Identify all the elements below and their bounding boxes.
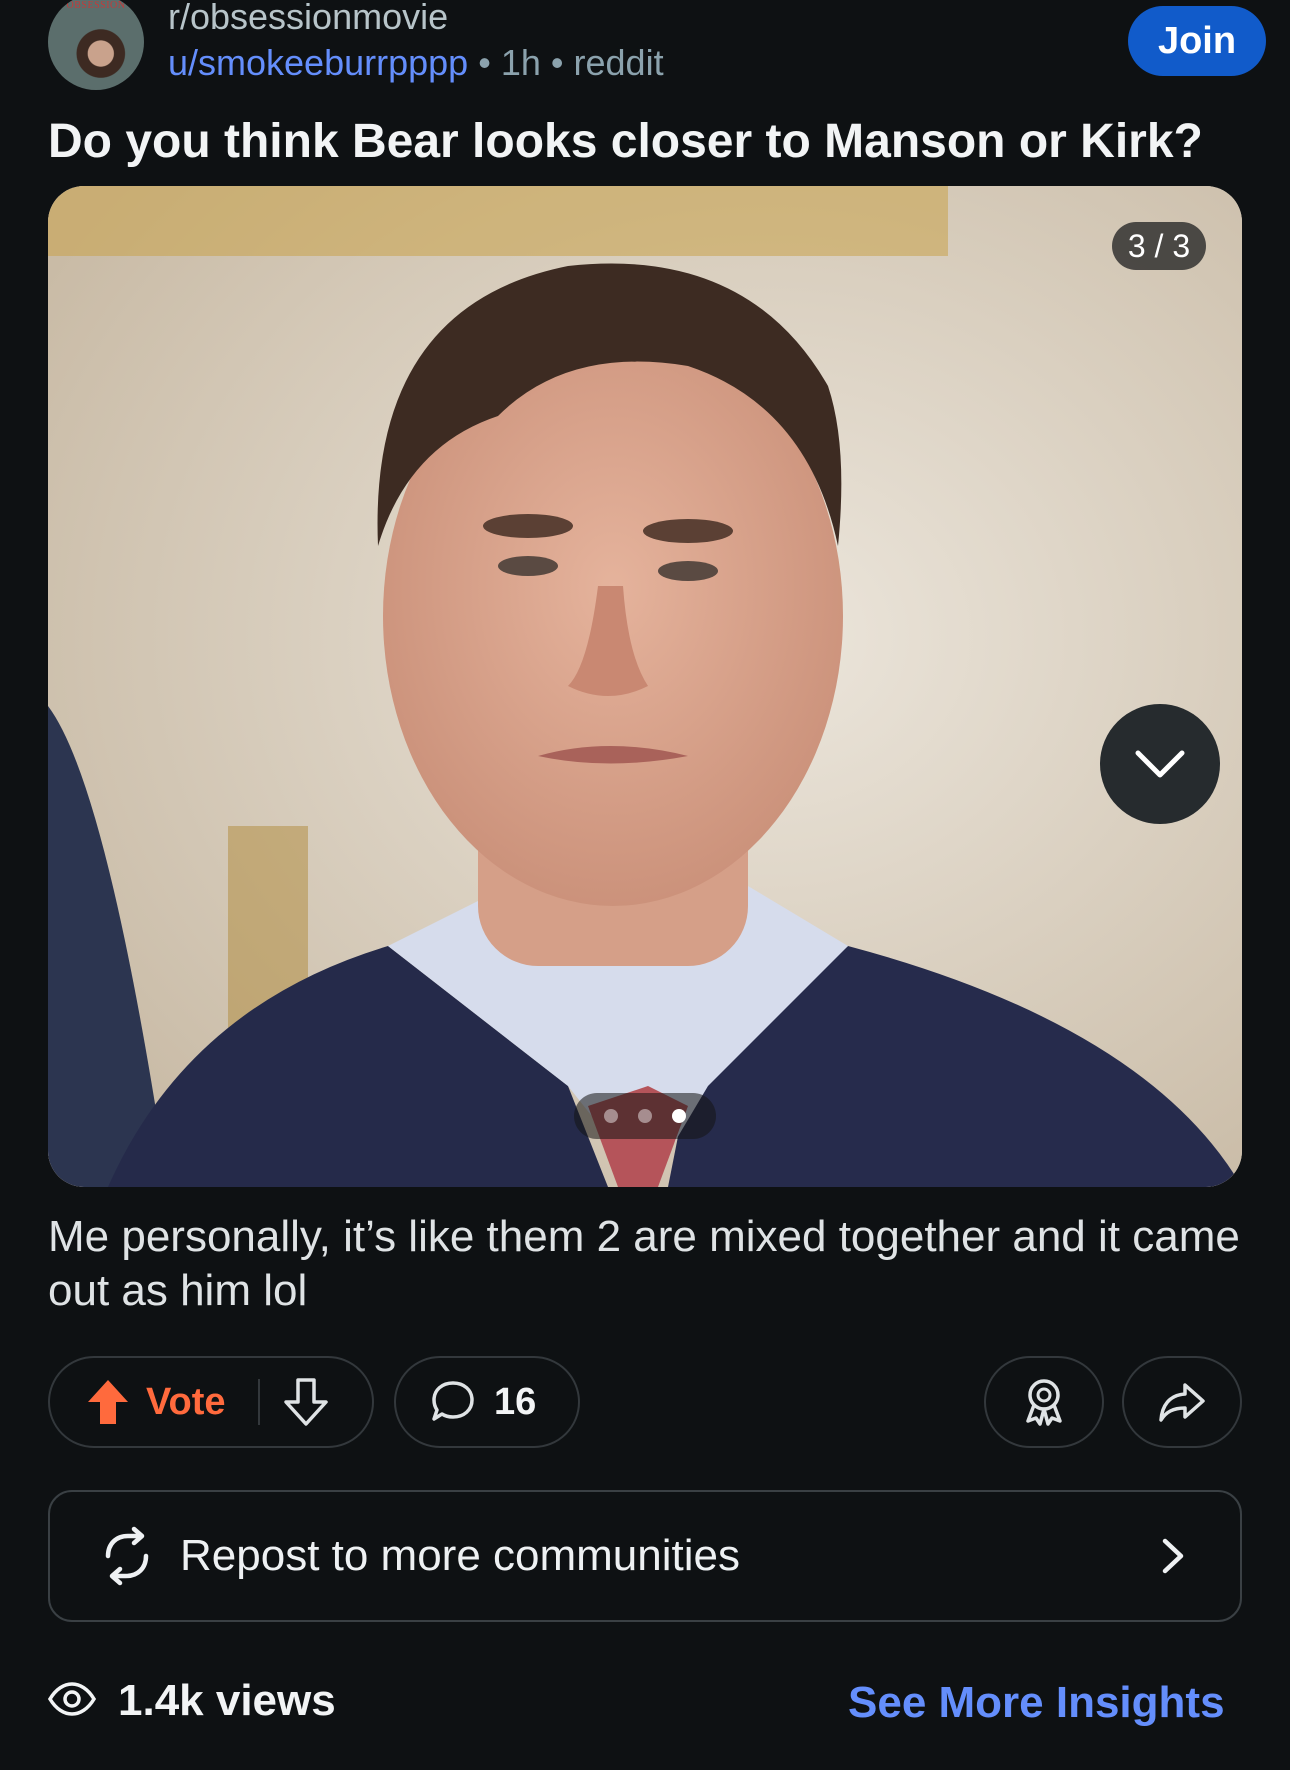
post-title[interactable]: Do you think Bear looks closer to Manson…: [48, 114, 1248, 169]
arrow-down-icon[interactable]: [283, 1378, 328, 1426]
share-arrow-icon: [1159, 1383, 1205, 1422]
views-stat: 1.4k views: [47, 1676, 336, 1726]
post-time: 1h: [500, 42, 541, 83]
award-icon: [1026, 1379, 1062, 1426]
vote-bar: Vote: [48, 1356, 374, 1448]
comments-button[interactable]: 16: [394, 1356, 580, 1448]
award-button[interactable]: [984, 1356, 1104, 1448]
meta-separator: •: [550, 42, 564, 83]
subreddit-name[interactable]: r/obsessionmovie: [168, 0, 448, 38]
see-more-insights-link[interactable]: See More Insights: [848, 1678, 1225, 1728]
vote-divider: [257, 1379, 260, 1425]
post-image[interactable]: [48, 186, 1242, 1187]
repost-cycle-icon: [100, 1526, 154, 1586]
gallery-pager: [574, 1093, 716, 1139]
comment-count: 16: [494, 1380, 537, 1423]
speech-bubble-icon: [430, 1379, 476, 1425]
collapse-button[interactable]: [1100, 704, 1220, 824]
vote-label[interactable]: Vote: [146, 1381, 226, 1424]
image-counter: 3 / 3: [1112, 222, 1206, 270]
chevron-right-icon: [1162, 1538, 1184, 1574]
avatar-text: OBSESSION: [66, 0, 126, 11]
join-button[interactable]: Join: [1128, 6, 1266, 76]
post-meta: u/smokeeburrpppp • 1h • reddit: [168, 42, 664, 84]
pager-dot[interactable]: [604, 1109, 618, 1123]
post-source: reddit: [573, 42, 664, 83]
pager-dot-active[interactable]: [672, 1109, 686, 1123]
meta-separator: •: [478, 42, 491, 83]
eye-icon: [47, 1681, 97, 1722]
share-button[interactable]: [1122, 1356, 1242, 1448]
views-count: 1.4k views: [118, 1676, 336, 1725]
pager-dot[interactable]: [638, 1109, 652, 1123]
post-body: Me personally, it’s like them 2 are mixe…: [48, 1212, 1240, 1315]
subreddit-avatar[interactable]: OBSESSION: [48, 0, 144, 90]
repost-button[interactable]: Repost to more communities: [48, 1490, 1242, 1622]
chevron-down-icon: [1135, 750, 1185, 778]
repost-label: Repost to more communities: [180, 1531, 740, 1580]
arrow-up-icon[interactable]: [86, 1378, 130, 1426]
author-link[interactable]: u/smokeeburrpppp: [168, 42, 468, 83]
portrait-photo: [48, 186, 1242, 1187]
